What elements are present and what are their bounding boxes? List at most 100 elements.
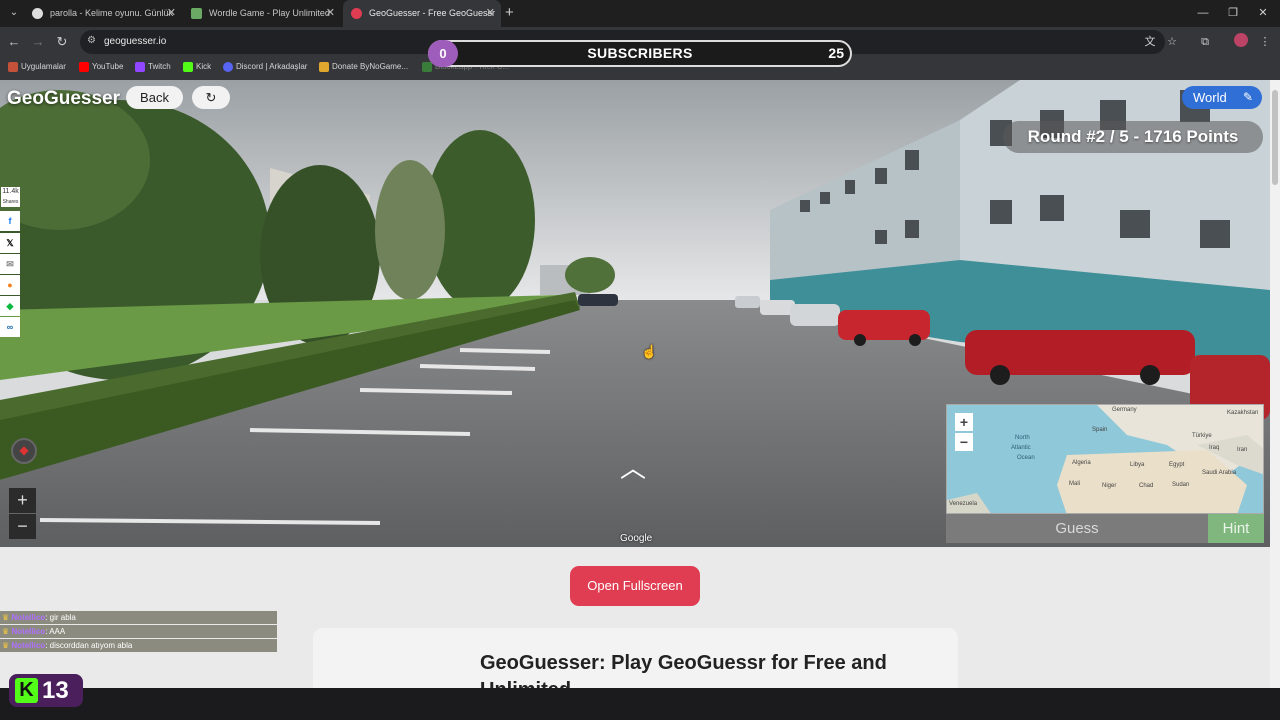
minimap-zoom-in-button[interactable]: + xyxy=(955,413,973,431)
country-label: Mali xyxy=(1069,481,1081,487)
map-selector-button[interactable]: World ✎ xyxy=(1182,86,1262,109)
profile-avatar[interactable] xyxy=(1234,33,1248,47)
page-scrollbar[interactable] xyxy=(1270,80,1280,688)
bookmark-label: Discord | Arkadaşlar xyxy=(236,62,308,71)
discord-icon xyxy=(223,62,233,72)
chat-message: ♛ Notellico: gir abla xyxy=(0,611,277,624)
tab-parolla[interactable]: parolla - Kelime oyunu. Günlük ✕ xyxy=(24,0,182,27)
minimap-zoom-out-button[interactable]: − xyxy=(955,433,973,451)
kick-logo-icon: K xyxy=(15,678,38,703)
chat-username: Notellico xyxy=(11,627,46,636)
site-info-icon[interactable]: ⚙ xyxy=(87,35,96,46)
wechat-share-icon[interactable]: ◆ xyxy=(0,296,20,316)
blogger-share-icon[interactable]: ● xyxy=(0,275,20,295)
geoguesser-logo[interactable]: GeoGuesser xyxy=(7,88,120,110)
close-tab-icon[interactable]: ✕ xyxy=(326,0,335,27)
guess-minimap[interactable]: North Atlantic Ocean Germany Spain Türki… xyxy=(946,404,1264,514)
mouse-cursor-icon: ☝ xyxy=(641,344,658,359)
close-tab-icon[interactable]: ✕ xyxy=(486,0,495,27)
refresh-icon: ↻ xyxy=(205,90,217,105)
translate-icon[interactable]: 文 xyxy=(1141,33,1159,51)
country-label: Egypt xyxy=(1169,462,1185,468)
chat-message: ♛ Notellico: AAA xyxy=(0,625,277,638)
more-share-icon[interactable]: ∞ xyxy=(0,317,20,337)
tab-wordle[interactable]: Wordle Game - Play Unlimited ✕ xyxy=(183,0,341,27)
tab-search-button[interactable]: ⌄ xyxy=(5,5,23,21)
tab-title: parolla - Kelime oyunu. Günlük xyxy=(50,8,174,18)
tab-title: GeoGuesser - Free GeoGuessr xyxy=(369,8,496,18)
restore-icon[interactable]: ❐ xyxy=(1218,0,1248,27)
kick-icon xyxy=(183,62,193,72)
bookmark-discord[interactable]: Discord | Arkadaşlar xyxy=(223,57,307,80)
open-fullscreen-button[interactable]: Open Fullscreen xyxy=(570,566,700,606)
scrollbar-thumb[interactable] xyxy=(1272,90,1278,185)
url-text: geoguesser.io xyxy=(104,36,167,47)
crown-icon: ♛ xyxy=(2,613,10,622)
ocean-label: Atlantic xyxy=(1011,445,1031,451)
apps-grid-icon xyxy=(8,62,18,72)
chat-text: : gir abla xyxy=(45,613,76,622)
facebook-share-icon[interactable]: f xyxy=(0,211,20,231)
round-score-display: Round #2 / 5 - 1716 Points xyxy=(1003,121,1263,153)
social-share-bar: 11.4k Shares f 𝕏 ✉ ● ◆ ∞ xyxy=(0,187,20,337)
restart-button[interactable]: ↻ xyxy=(192,86,230,109)
country-label: Libya xyxy=(1130,462,1145,468)
bookmark-apps[interactable]: Uygulamalar xyxy=(8,57,66,80)
country-label: Saudi Arabia xyxy=(1202,470,1237,476)
kick-viewer-count: 13 xyxy=(42,677,69,704)
hint-button[interactable]: Hint xyxy=(1208,514,1264,543)
country-label: Iraq xyxy=(1209,445,1220,451)
geoguesser-favicon-icon xyxy=(351,8,362,19)
email-share-icon[interactable]: ✉ xyxy=(0,254,20,274)
twitch-icon xyxy=(135,62,145,72)
minimize-icon[interactable]: — xyxy=(1188,0,1218,27)
country-label: Algeria xyxy=(1072,460,1091,466)
close-tab-icon[interactable]: ✕ xyxy=(167,0,176,27)
move-forward-arrow-icon[interactable]: ︿ xyxy=(606,455,660,481)
forward-arrow-icon[interactable]: → xyxy=(29,33,47,51)
tab-geoguesser[interactable]: GeoGuesser - Free GeoGuessr ✕ xyxy=(343,0,501,27)
chat-username: Notellico xyxy=(11,613,46,622)
country-label: Chad xyxy=(1139,483,1154,489)
minimap-land xyxy=(947,405,1263,513)
country-label: Kazakhstan xyxy=(1227,410,1259,416)
pencil-icon: ✎ xyxy=(1242,90,1253,104)
reload-icon[interactable]: ↻ xyxy=(53,33,71,51)
close-window-icon[interactable]: ✕ xyxy=(1248,0,1278,27)
share-count-label: Shares xyxy=(2,199,19,205)
crown-icon: ♛ xyxy=(2,641,10,650)
guess-button[interactable]: Guess xyxy=(946,514,1208,543)
bookmark-twitch[interactable]: Twitch xyxy=(135,57,171,80)
extensions-icon[interactable]: ⧉ xyxy=(1196,33,1214,51)
country-label: Sudan xyxy=(1172,482,1190,488)
bookmark-label: Twitch xyxy=(148,62,171,71)
country-label: Germany xyxy=(1112,407,1137,413)
new-tab-button[interactable]: + xyxy=(505,0,514,27)
bookmark-label: Donate ByNoGame... xyxy=(332,62,409,71)
google-attribution: Google xyxy=(620,533,653,544)
bookmark-donate[interactable]: Donate ByNoGame... xyxy=(319,57,408,80)
zoom-out-button[interactable]: − xyxy=(9,514,36,539)
bookmark-star-icon[interactable]: ☆ xyxy=(1163,33,1181,51)
tab-strip: ⌄ parolla - Kelime oyunu. Günlük ✕ Wordl… xyxy=(0,0,1280,27)
x-share-icon[interactable]: 𝕏 xyxy=(0,233,20,253)
donate-icon xyxy=(319,62,329,72)
crown-icon: ♛ xyxy=(2,627,10,636)
menu-dots-icon[interactable]: ⋮ xyxy=(1256,33,1274,51)
bookmark-kick[interactable]: Kick xyxy=(183,57,211,80)
back-arrow-icon[interactable]: ← xyxy=(5,33,23,51)
back-button[interactable]: Back xyxy=(126,86,183,109)
subscriber-goal: 25 xyxy=(828,45,844,61)
bookmark-youtube[interactable]: YouTube xyxy=(79,57,123,80)
zoom-in-button[interactable]: + xyxy=(9,488,36,513)
share-count: 11.4k Shares xyxy=(1,187,20,207)
taskbar-strip xyxy=(0,688,1280,720)
wordle-favicon-icon xyxy=(191,8,202,19)
country-label: Spain xyxy=(1092,427,1108,433)
bookmark-label: YouTube xyxy=(92,62,124,71)
article-title: GeoGuesser: Play GeoGuessr for Free and … xyxy=(480,652,887,688)
country-label: Türkiye xyxy=(1192,433,1212,439)
tab-title: Wordle Game - Play Unlimited xyxy=(209,8,330,18)
bookmark-label: Kick xyxy=(196,62,212,71)
compass-icon[interactable]: ◆ xyxy=(11,438,37,464)
